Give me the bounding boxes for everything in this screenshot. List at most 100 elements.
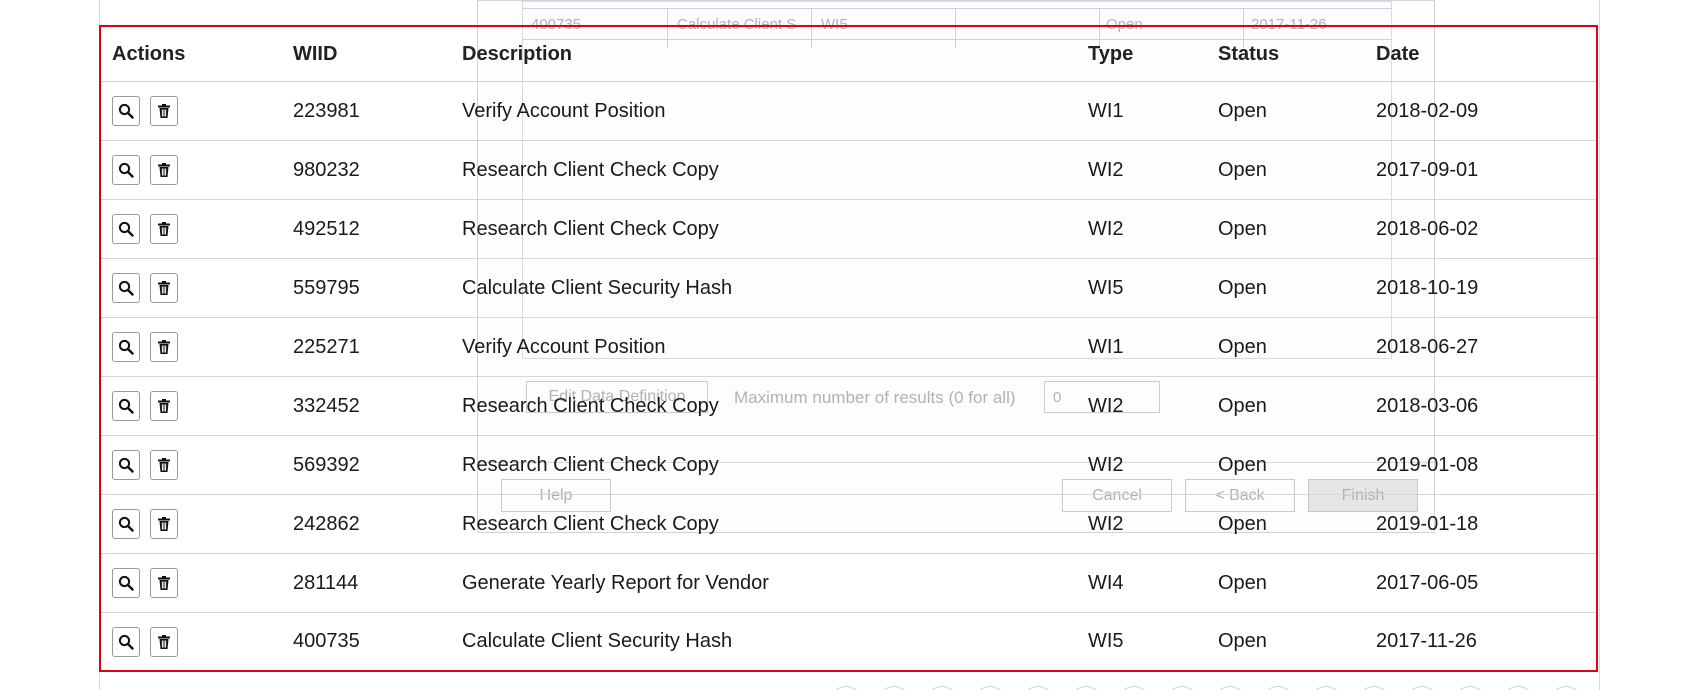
search-icon: [118, 221, 134, 237]
table-row[interactable]: 980232 Research Client Check Copy WI2 Open 2…: [101, 141, 1596, 200]
page-dot[interactable]: [1022, 686, 1054, 690]
table-row[interactable]: 281144 Generate Yearly Report for Vendor W…: [101, 554, 1596, 613]
view-button[interactable]: [112, 391, 140, 421]
table-row[interactable]: 492512 Research Client Check Copy WI2 Open 2…: [101, 200, 1596, 259]
view-button[interactable]: [112, 214, 140, 244]
cell-type: WI2: [1088, 512, 1124, 535]
row-actions: [112, 613, 188, 670]
cell-wiid: 400735: [293, 630, 360, 652]
row-actions: [112, 554, 188, 612]
page-dot[interactable]: [878, 686, 910, 690]
cell-date: 2018-10-19: [1376, 276, 1479, 299]
view-button[interactable]: [112, 155, 140, 185]
cell-type: WI2: [1088, 217, 1124, 240]
cell-date: 2017-06-05: [1376, 571, 1479, 594]
delete-button[interactable]: [150, 273, 178, 303]
cell-wiid: 492512: [293, 217, 360, 240]
cell-wiid: 223981: [293, 99, 360, 122]
cell-status: Open: [1218, 630, 1267, 652]
page-dot[interactable]: [926, 686, 958, 690]
trash-icon: [156, 634, 172, 650]
cell-wiid: 225271: [293, 335, 360, 358]
trash-icon: [156, 516, 172, 532]
cell-date: 2017-09-01: [1376, 158, 1479, 181]
page-dot[interactable]: [1550, 686, 1582, 690]
page-dot[interactable]: [1214, 686, 1246, 690]
view-button[interactable]: [112, 332, 140, 362]
header-date[interactable]: Date: [1376, 27, 1419, 81]
page-dot[interactable]: [1358, 686, 1390, 690]
cell-type: WI2: [1088, 158, 1124, 181]
delete-button[interactable]: [150, 450, 178, 480]
cell-date: 2019-01-18: [1376, 512, 1479, 535]
cell-wiid: 559795: [293, 276, 360, 299]
cell-type: WI2: [1088, 453, 1124, 476]
header-status[interactable]: Status: [1218, 27, 1279, 81]
search-icon: [118, 339, 134, 355]
page-dot[interactable]: [1454, 686, 1486, 690]
table-row[interactable]: 559795 Calculate Client Security Hash WI5 O…: [101, 259, 1596, 318]
trash-icon: [156, 221, 172, 237]
view-button[interactable]: [112, 96, 140, 126]
view-button[interactable]: [112, 626, 140, 657]
page-dot[interactable]: [1070, 686, 1102, 690]
cell-wiid: 332452: [293, 394, 360, 417]
delete-button[interactable]: [150, 214, 178, 244]
header-description[interactable]: Description: [462, 27, 572, 81]
cell-description: Verify Account Position: [462, 99, 666, 122]
page-dot[interactable]: [1310, 686, 1342, 690]
search-icon: [118, 575, 134, 591]
view-button[interactable]: [112, 568, 140, 598]
row-actions: [112, 259, 188, 317]
cell-date: 2018-03-06: [1376, 394, 1479, 417]
header-wiid[interactable]: WIID: [293, 27, 337, 81]
table-row[interactable]: 223981 Verify Account Position WI1 Open 2018…: [101, 82, 1596, 141]
delete-button[interactable]: [150, 332, 178, 362]
header-type[interactable]: Type: [1088, 27, 1133, 81]
cell-wiid: 980232: [293, 158, 360, 181]
page-dot[interactable]: [1166, 686, 1198, 690]
view-button[interactable]: [112, 509, 140, 539]
delete-button[interactable]: [150, 391, 178, 421]
page-dot[interactable]: [974, 686, 1006, 690]
cell-description: Research Client Check Copy: [462, 394, 719, 417]
delete-button[interactable]: [150, 568, 178, 598]
delete-button[interactable]: [150, 626, 178, 657]
view-button[interactable]: [112, 273, 140, 303]
trash-icon: [156, 280, 172, 296]
page-dot[interactable]: [1262, 686, 1294, 690]
cell-description: Generate Yearly Report for Vendor: [462, 571, 769, 594]
delete-button[interactable]: [150, 96, 178, 126]
table-row[interactable]: 332452 Research Client Check Copy WI2 Open 2…: [101, 377, 1596, 436]
cell-type: WI5: [1088, 630, 1124, 652]
trash-icon: [156, 162, 172, 178]
page-dot[interactable]: [1406, 686, 1438, 690]
table-row[interactable]: 400735 Calculate Client Security Hash WI5 O…: [101, 613, 1596, 670]
view-button[interactable]: [112, 450, 140, 480]
cell-date: 2017-11-26: [1376, 630, 1477, 652]
table-row[interactable]: 242862 Research Client Check Copy WI2 Open 2…: [101, 495, 1596, 554]
table-row[interactable]: 225271 Verify Account Position WI1 Open 2018…: [101, 318, 1596, 377]
delete-button[interactable]: [150, 155, 178, 185]
cell-description: Calculate Client Security Hash: [462, 630, 733, 652]
table-row[interactable]: 569392 Research Client Check Copy WI2 Open 2…: [101, 436, 1596, 495]
cell-type: WI5: [1088, 276, 1124, 299]
cell-wiid: 242862: [293, 512, 360, 535]
search-icon: [118, 103, 134, 119]
cell-description: Verify Account Position: [462, 335, 666, 358]
cell-status: Open: [1218, 276, 1267, 299]
cell-status: Open: [1218, 217, 1267, 240]
cell-wiid: 569392: [293, 453, 360, 476]
search-icon: [118, 516, 134, 532]
row-actions: [112, 436, 188, 494]
delete-button[interactable]: [150, 509, 178, 539]
header-actions: Actions: [112, 42, 186, 65]
cell-description: Calculate Client Security Hash: [462, 276, 733, 299]
page-dot[interactable]: [1502, 686, 1534, 690]
cell-status: Open: [1218, 158, 1267, 181]
page-dot[interactable]: [1118, 686, 1150, 690]
cell-type: WI1: [1088, 99, 1124, 122]
cell-wiid: 281144: [293, 571, 359, 594]
page-dot[interactable]: [830, 686, 862, 690]
table-body: 223981 Verify Account Position WI1 Open 2018…: [101, 82, 1596, 670]
